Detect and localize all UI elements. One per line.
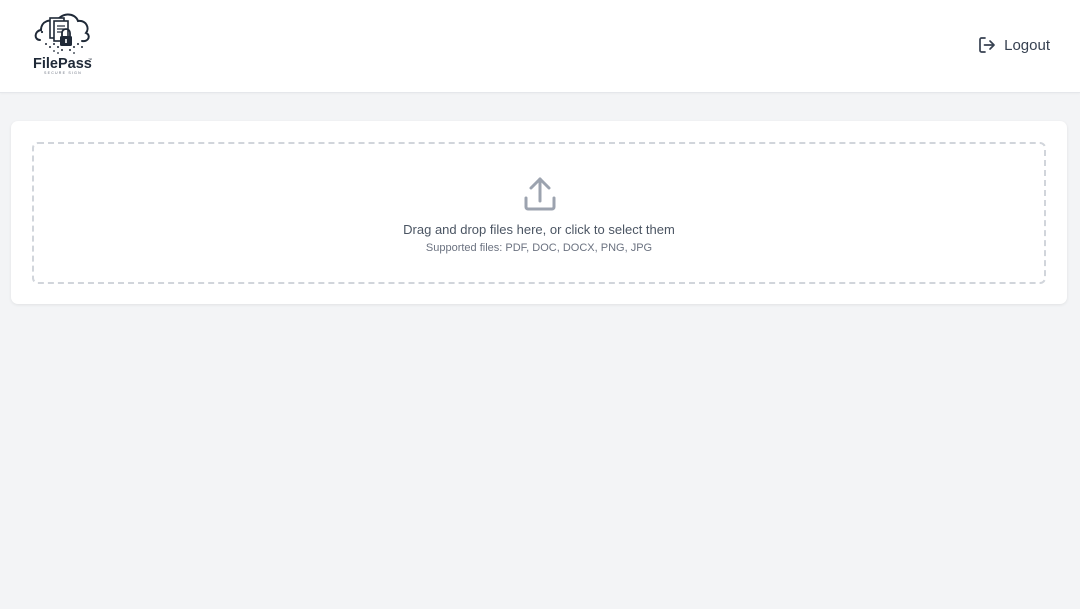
logo-tagline: SECURE SIGN [44,71,82,75]
svg-text:™: ™ [88,57,92,62]
logout-icon [979,37,995,53]
logout-label: Logout [1004,36,1050,54]
upload-card: Drag and drop files here, or click to se… [11,121,1067,304]
file-dropzone[interactable]: Drag and drop files here, or click to se… [32,142,1046,284]
supported-file-types: Supported files: PDF, DOC, DOCX, PNG, JP… [425,242,653,254]
cloud-lock-icon: FilePass ™ SECURE SIGN [33,13,92,75]
upload-icon [524,177,556,211]
filepass-logo[interactable]: FilePass ™ SECURE SIGN [30,10,96,76]
dropzone-instructions: Drag and drop files here, or click to se… [403,222,675,237]
logo-wordmark: FilePass [33,56,92,72]
logout-button[interactable]: Logout [977,33,1050,57]
app-header: FilePass ™ SECURE SIGN Logout [0,0,1080,93]
